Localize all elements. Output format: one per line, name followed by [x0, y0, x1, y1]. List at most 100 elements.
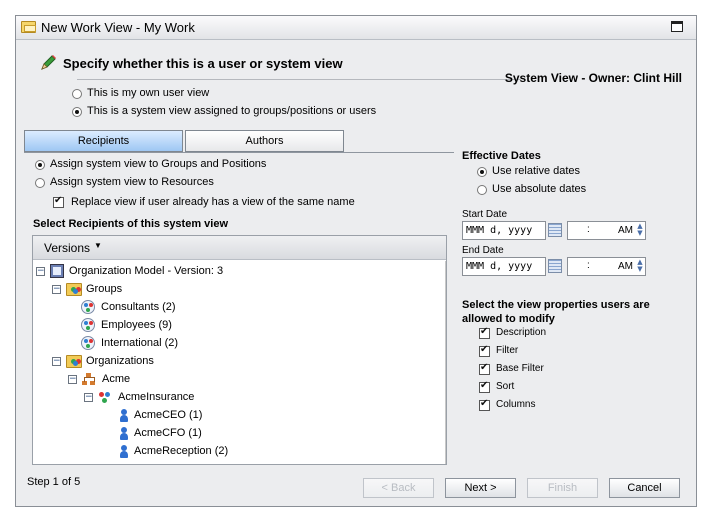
collapse-icon[interactable]: − — [68, 375, 77, 384]
radio-assign-groups[interactable] — [35, 160, 45, 170]
tab-divider — [24, 152, 454, 153]
maximize-icon[interactable] — [671, 21, 683, 32]
person-icon — [119, 427, 129, 441]
scroll-thumb[interactable] — [446, 275, 447, 312]
title-bar: New Work View - My Work — [16, 16, 696, 40]
tree-node-label: Consultants (2) — [101, 301, 176, 313]
calendar-icon[interactable] — [548, 223, 562, 237]
group-icon — [81, 318, 95, 332]
tree-scrollbar[interactable]: ▲ ▼ — [445, 261, 447, 465]
checkbox-sort-label[interactable]: Sort — [496, 381, 514, 392]
versions-menu[interactable]: Versions — [44, 241, 90, 255]
tree-node-label: AcmeCFO (1) — [134, 427, 202, 439]
radio-relative-dates-label[interactable]: Use relative dates — [492, 165, 580, 177]
recipients-tree: Versions ▼ − Organization Model - Versio… — [32, 235, 447, 465]
radio-assign-resources-label[interactable]: Assign system view to Resources — [50, 176, 214, 188]
tree-node-label: AcmeInsurance — [118, 391, 195, 403]
time-separator: : — [587, 224, 590, 235]
replace-view-label[interactable]: Replace view if user already has a view … — [71, 196, 355, 208]
checkbox-filter-label[interactable]: Filter — [496, 345, 518, 356]
radio-relative-dates[interactable] — [477, 167, 487, 177]
spinner-icon[interactable]: ▲ ▼ — [636, 223, 644, 238]
checkbox-filter[interactable] — [479, 344, 490, 357]
owner-label: System View - Owner: Clint Hill — [504, 71, 682, 85]
collapse-icon[interactable]: − — [84, 393, 93, 402]
radio-user-view[interactable] — [72, 89, 82, 99]
back-button[interactable]: < Back — [363, 478, 434, 498]
radio-assign-groups-label[interactable]: Assign system view to Groups and Positio… — [50, 158, 266, 170]
tree-node[interactable]: Employees (9) — [33, 317, 443, 335]
tree-node-label: AcmeCEO (1) — [134, 409, 203, 421]
org-model-icon — [50, 264, 64, 278]
tree-node-label: AcmeReception (2) — [134, 445, 229, 457]
cancel-button[interactable]: Cancel — [609, 478, 680, 498]
window-title: New Work View - My Work — [41, 20, 195, 35]
collapse-icon[interactable]: − — [36, 267, 45, 276]
pencil-icon — [41, 55, 56, 70]
hierarchy-icon — [82, 373, 96, 386]
tab-authors[interactable]: Authors — [185, 130, 344, 152]
folder-groups-icon — [66, 283, 82, 296]
tree-node-label: Employees (9) — [101, 319, 172, 331]
tree-node[interactable]: Consultants (2) — [33, 299, 443, 317]
effective-dates-title: Effective Dates — [462, 150, 541, 162]
page-heading: Specify whether this is a user or system… — [63, 56, 343, 71]
finish-button[interactable]: Finish — [527, 478, 598, 498]
scroll-down-icon[interactable]: ▼ — [446, 451, 447, 465]
radio-system-view-label[interactable]: This is a system view assigned to groups… — [87, 105, 376, 117]
checkbox-description[interactable] — [479, 326, 490, 339]
end-date-input[interactable]: MMM d, yyyy — [462, 257, 546, 276]
end-date-label: End Date — [462, 245, 504, 256]
chevron-down-icon[interactable]: ▼ — [94, 241, 102, 250]
tree-node[interactable]: International (2) — [33, 335, 443, 353]
checkbox-description-label[interactable]: Description — [496, 327, 546, 338]
calendar-icon[interactable] — [548, 259, 562, 273]
radio-user-view-label[interactable]: This is my own user view — [87, 87, 209, 99]
replace-view-checkbox[interactable] — [53, 195, 64, 208]
checkbox-base-filter[interactable] — [479, 362, 490, 375]
end-time-input[interactable]: : AM ▲ ▼ — [567, 257, 646, 276]
tree-node-label: Organization Model - Version: 3 — [69, 265, 224, 277]
person-icon — [119, 409, 129, 423]
start-date-input[interactable]: MMM d, yyyy — [462, 221, 546, 240]
tree-node[interactable]: − Organizations — [33, 353, 443, 371]
next-button[interactable]: Next > — [445, 478, 516, 498]
recipients-section-title: Select Recipients of this system view — [33, 218, 229, 230]
radio-absolute-dates-label[interactable]: Use absolute dates — [492, 183, 586, 195]
checkbox-base-filter-label[interactable]: Base Filter — [496, 363, 544, 374]
tree-node[interactable]: − Organization Model - Version: 3 — [33, 263, 443, 281]
tree-node[interactable]: − Acme — [33, 371, 443, 389]
spinner-icon[interactable]: ▲ ▼ — [636, 259, 644, 274]
tree-node[interactable]: AcmeReception (2) — [33, 443, 443, 461]
tree-header: Versions ▼ — [33, 236, 446, 260]
time-ampm: AM — [618, 261, 633, 272]
folder-icon — [21, 21, 36, 33]
start-time-input[interactable]: : AM ▲ ▼ — [567, 221, 646, 240]
tree-node-label: International (2) — [101, 337, 179, 349]
person-icon — [119, 445, 129, 459]
collapse-icon[interactable]: − — [52, 357, 61, 366]
checkbox-sort[interactable] — [479, 380, 490, 393]
tree-node-label: Organizations — [86, 355, 154, 367]
checkbox-columns[interactable] — [479, 398, 490, 411]
tree-node[interactable]: − AcmeInsurance — [33, 389, 443, 407]
radio-assign-resources[interactable] — [35, 178, 45, 188]
tab-recipients[interactable]: Recipients — [24, 130, 183, 152]
radio-absolute-dates[interactable] — [477, 185, 487, 195]
new-work-view-dialog: New Work View - My Work Specify whether … — [15, 15, 697, 507]
tree-node[interactable]: AcmeCEO (1) — [33, 407, 443, 425]
scroll-up-icon[interactable]: ▲ — [446, 261, 447, 275]
checkbox-columns-label[interactable]: Columns — [496, 399, 535, 410]
collapse-icon[interactable]: − — [52, 285, 61, 294]
heading-divider — [77, 79, 521, 80]
folder-org-icon — [66, 355, 82, 368]
time-separator: : — [587, 260, 590, 271]
tree-node[interactable]: AcmeCFO (1) — [33, 425, 443, 443]
start-date-label: Start Date — [462, 209, 508, 220]
group-icon — [81, 336, 95, 350]
radio-system-view[interactable] — [72, 107, 82, 117]
group-icon — [81, 300, 95, 314]
tree-node[interactable]: − Groups — [33, 281, 443, 299]
tree-node-label: Acme — [102, 373, 131, 385]
time-ampm: AM — [618, 225, 633, 236]
